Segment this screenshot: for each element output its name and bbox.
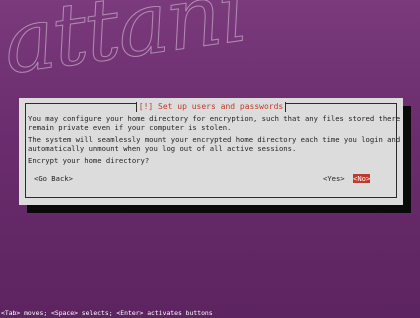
question-text: Encrypt your home directory? <box>28 156 150 165</box>
no-button[interactable]: <No> <box>353 174 371 183</box>
yes-button[interactable]: <Yes> <box>323 174 345 183</box>
dialog-paragraph-2: The system will seamlessly mount your en… <box>28 135 400 153</box>
paragraph-line: automatically unmount when you log out o… <box>28 143 297 153</box>
go-back-button[interactable]: <Go Back> <box>34 174 73 183</box>
dialog-frame: [!] Set up users and passwords You may c… <box>25 102 400 198</box>
keyboard-help-status-bar: <Tab> moves; <Space> selects; <Enter> ac… <box>1 309 213 317</box>
dialog-title-bar: [!] Set up users and passwords <box>26 99 396 112</box>
dialog-title: [!] Set up users and passwords <box>135 102 287 112</box>
paragraph-line: remain private even if your computer is … <box>28 122 232 132</box>
dialog-question: Encrypt your home directory? <box>28 156 150 166</box>
installer-dialog: [!] Set up users and passwords You may c… <box>19 98 403 205</box>
dialog-paragraph-1: You may configure your home directory fo… <box>28 114 400 132</box>
